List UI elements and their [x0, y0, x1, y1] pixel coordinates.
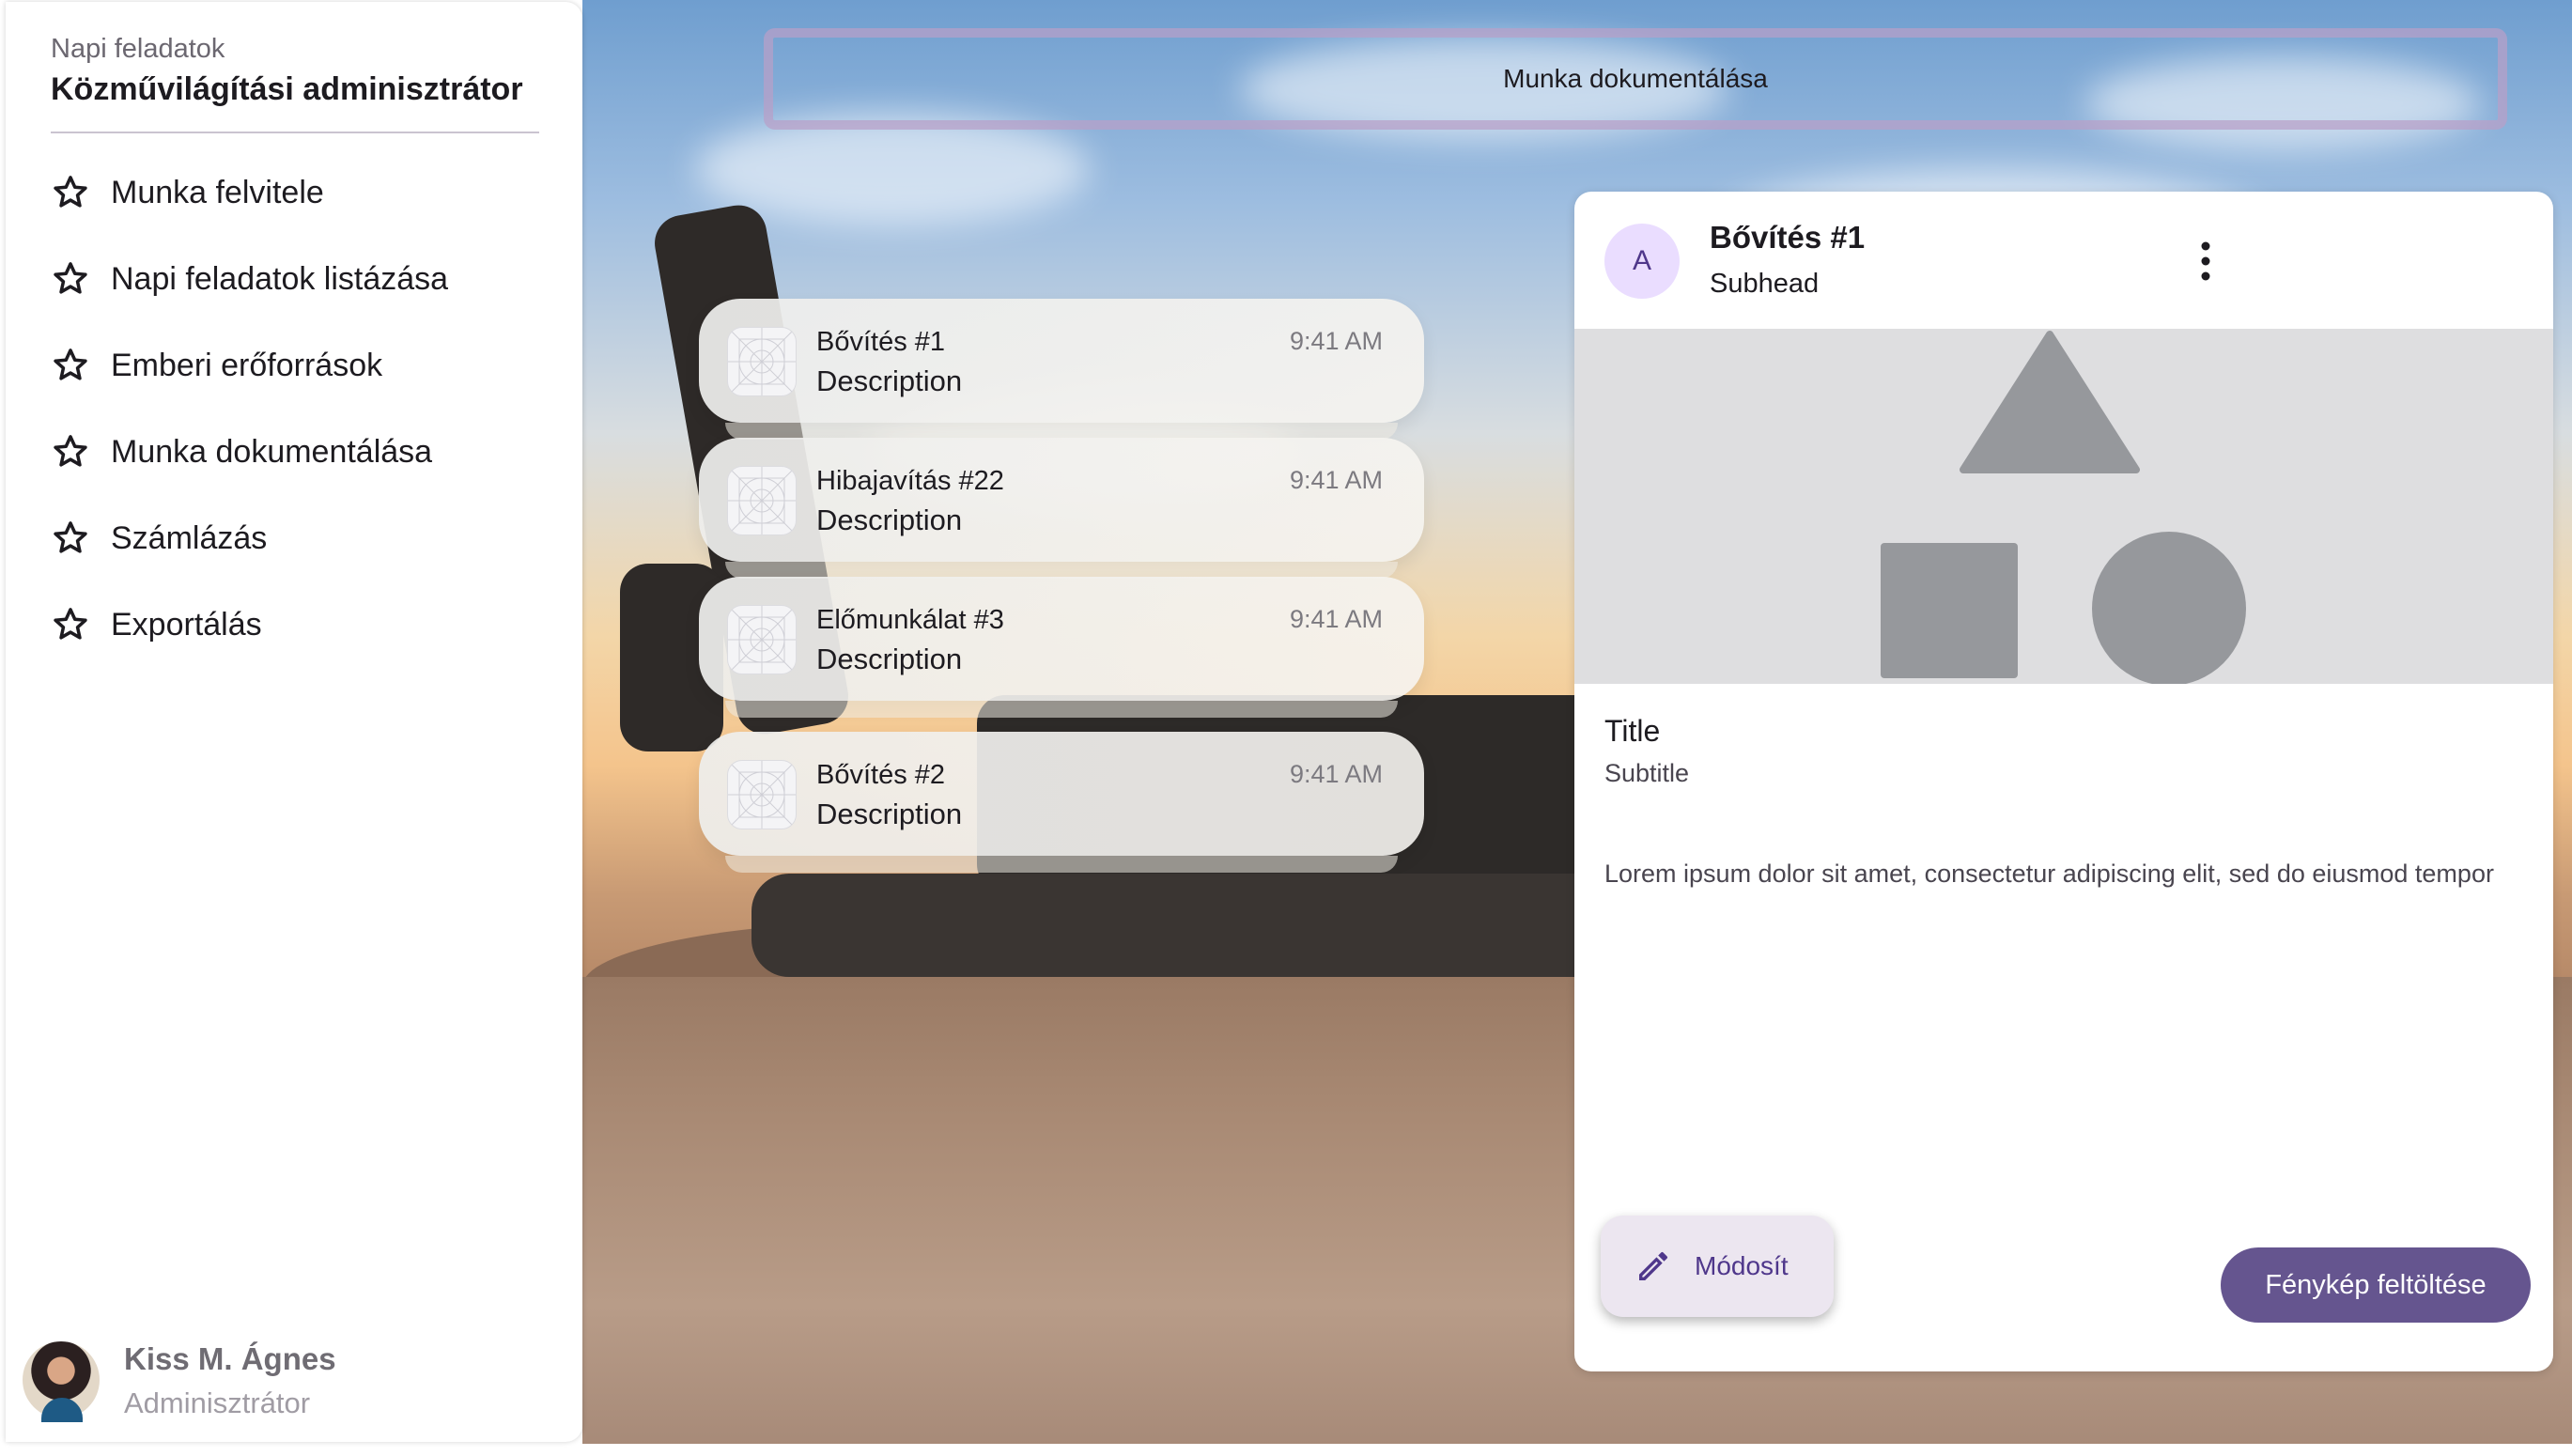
nav-item-label: Számlázás	[111, 519, 268, 556]
card-avatar: A	[1604, 224, 1680, 299]
card-header-title: Bővítés #1	[1710, 220, 1866, 255]
star-icon	[54, 176, 87, 208]
notification-time: 9:41 AM	[1289, 466, 1383, 494]
square-shape	[1881, 543, 2018, 678]
card-body-text: Lorem ipsum dolor sit amet, consectetur …	[1604, 860, 2494, 888]
notification-time: 9:41 AM	[1289, 760, 1383, 788]
nav-item-label: Exportálás	[111, 606, 262, 643]
notification-item[interactable]: Előmunkálat #3 Description 9:41 AM	[699, 577, 1424, 718]
user-role: Adminisztrátor	[124, 1386, 311, 1419]
card-media-placeholder	[1574, 329, 2553, 686]
nav-item-label: Napi feladatok listázása	[111, 260, 449, 297]
edit-fab-button[interactable]: Módosít	[1601, 1216, 1834, 1317]
placeholder-image-icon	[727, 327, 797, 396]
notification-description: Description	[816, 643, 963, 675]
star-icon	[54, 435, 87, 467]
star-icon	[54, 608, 87, 640]
nav-item-napi-feladatok[interactable]: Napi feladatok listázása	[51, 251, 558, 307]
edit-fab-label: Módosít	[1695, 1251, 1789, 1280]
card-subtitle: Subtitle	[1604, 759, 1690, 787]
drawer-divider	[51, 132, 539, 133]
nav-item-munka-dokumentalasa[interactable]: Munka dokumentálása	[51, 424, 558, 480]
placeholder-image-icon	[727, 760, 797, 829]
nav-item-szamlazas[interactable]: Számlázás	[51, 510, 558, 566]
notification-title: Bővítés #1	[816, 327, 946, 357]
card-title: Title	[1604, 714, 1661, 748]
notification-item[interactable]: Bővítés #2 Description 9:41 AM	[699, 732, 1424, 873]
star-icon	[54, 262, 87, 294]
upload-photo-button[interactable]: Fénykép feltöltése	[2221, 1247, 2531, 1323]
drawer-section-label: Napi feladatok	[51, 34, 225, 64]
navigation-drawer: Napi feladatok Közművilágítási adminiszt…	[6, 2, 582, 1442]
detail-card: A Bővítés #1 Subhead Title Subtitle Lore…	[1574, 192, 2553, 1371]
page-title: Munka dokumentálása	[1503, 64, 1768, 93]
nav-item-label: Munka felvitele	[111, 174, 324, 210]
user-avatar	[23, 1341, 100, 1422]
pencil-icon	[1639, 1251, 1668, 1280]
notification-description: Description	[816, 798, 963, 830]
notification-description: Description	[816, 364, 963, 397]
notification-time: 9:41 AM	[1289, 327, 1383, 355]
notification-item[interactable]: Hibajavítás #22 Description 9:41 AM	[699, 438, 1424, 579]
circle-shape	[2092, 532, 2246, 686]
nav-item-label: Munka dokumentálása	[111, 433, 433, 470]
notification-description: Description	[816, 503, 963, 536]
star-icon	[54, 349, 87, 380]
notification-title: Bővítés #2	[816, 760, 946, 790]
user-name: Kiss M. Ágnes	[124, 1341, 336, 1376]
notification-title: Hibajavítás #22	[816, 466, 1004, 496]
nav-item-emberi-eroforrasok[interactable]: Emberi erőforrások	[51, 337, 558, 394]
user-profile[interactable]: Kiss M. Ágnes Adminisztrátor	[19, 1334, 573, 1437]
notification-item[interactable]: Bővítés #1 Description 9:41 AM	[699, 299, 1424, 440]
notification-title: Előmunkálat #3	[816, 605, 1004, 635]
more-vert-icon[interactable]	[2187, 235, 2224, 287]
nav-item-label: Emberi erőforrások	[111, 347, 383, 383]
nav-item-exportalas[interactable]: Exportálás	[51, 596, 558, 653]
star-icon	[54, 521, 87, 553]
notification-time: 9:41 AM	[1289, 605, 1383, 633]
drawer-title: Közművilágítási adminisztrátor	[51, 71, 523, 107]
card-header-subhead: Subhead	[1710, 269, 1820, 299]
nav-item-munka-felvitele[interactable]: Munka felvitele	[51, 164, 558, 221]
placeholder-image-icon	[727, 605, 797, 674]
triangle-shape	[1960, 331, 2140, 473]
page-title-bar: Munka dokumentálása	[764, 28, 2507, 130]
placeholder-image-icon	[727, 466, 797, 535]
